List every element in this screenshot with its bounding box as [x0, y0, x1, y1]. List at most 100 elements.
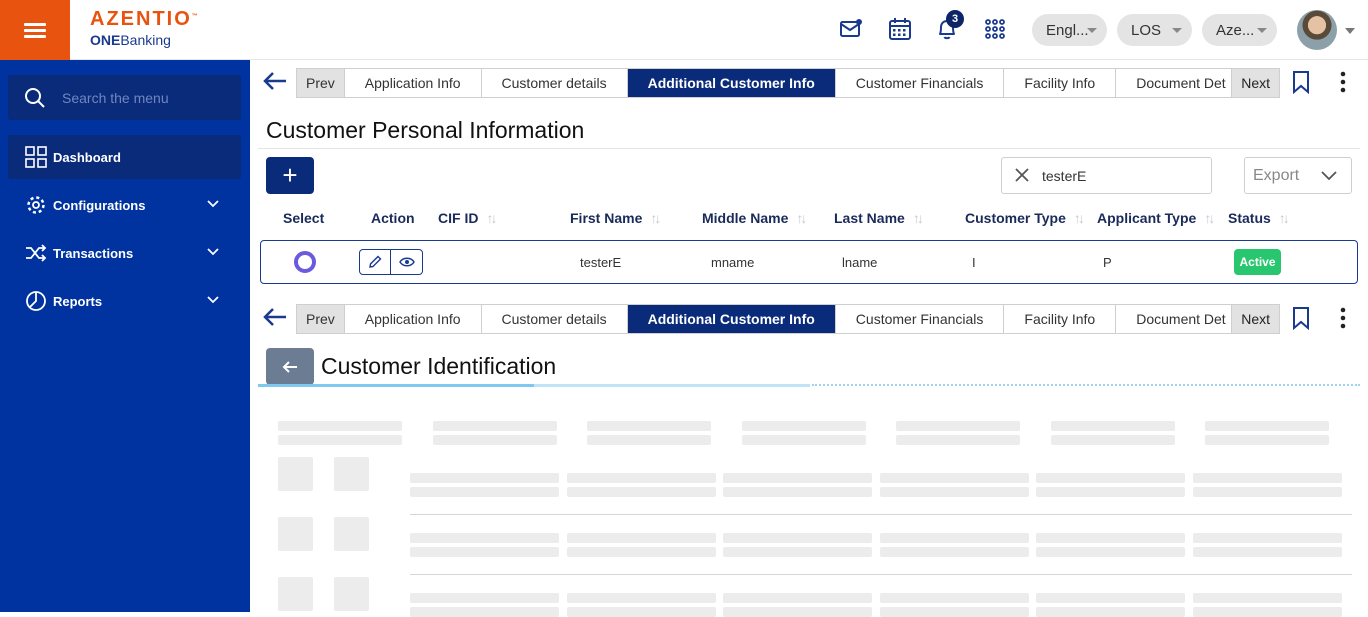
- edit-button[interactable]: [360, 250, 391, 274]
- skeleton-placeholder: [278, 577, 313, 611]
- skeleton-placeholder: [278, 421, 402, 431]
- user-avatar[interactable]: [1297, 10, 1337, 50]
- cell-first-name: testerE: [580, 255, 622, 270]
- row-select-radio[interactable]: [294, 251, 316, 273]
- dashboard-icon: [24, 145, 48, 169]
- tab-customer-financials[interactable]: Customer Financials: [836, 305, 1005, 333]
- back-arrow-icon[interactable]: [262, 70, 288, 92]
- app-logo[interactable]: AZENTIO™ ONEBanking: [90, 8, 200, 48]
- identification-title: Customer Identification: [321, 353, 557, 379]
- tab-facility-info[interactable]: Facility Info: [1004, 305, 1117, 333]
- cell-middle-name: mname: [711, 255, 755, 270]
- skeleton-placeholder: [879, 607, 1029, 617]
- column-header-action: Action: [371, 210, 415, 226]
- tab-application-info[interactable]: Application Info: [345, 69, 482, 97]
- skeleton-placeholder: [566, 533, 716, 543]
- entity-select[interactable]: Aze...: [1202, 14, 1277, 46]
- tab-customer-financials[interactable]: Customer Financials: [836, 69, 1005, 97]
- skeleton-placeholder: [410, 487, 559, 497]
- view-button[interactable]: [391, 250, 422, 274]
- sort-icon: ↑↓: [912, 210, 924, 226]
- identification-back-button[interactable]: [266, 348, 314, 385]
- table-row[interactable]: [260, 240, 1358, 284]
- chevron-down-icon: [1087, 28, 1097, 33]
- tab-additional-customer-info[interactable]: Additional Customer Info: [627, 305, 836, 333]
- skeleton-placeholder: [723, 607, 872, 617]
- loading-progress-dots: [812, 384, 1360, 386]
- sidebar-item-label: Configurations: [53, 197, 146, 213]
- gear-icon: [24, 193, 48, 217]
- tab-additional-customer-info[interactable]: Additional Customer Info: [627, 69, 836, 97]
- row-actions: [359, 249, 423, 275]
- skeleton-placeholder: [1036, 607, 1185, 617]
- loading-progress-bar: [258, 384, 534, 387]
- column-header-middle-name[interactable]: Middle Name ↑↓: [702, 210, 807, 226]
- divider: [258, 148, 1360, 149]
- module-select[interactable]: LOS: [1117, 14, 1192, 46]
- chevron-down-icon: [1321, 171, 1337, 181]
- bookmark-icon[interactable]: [1291, 306, 1311, 330]
- skeleton-placeholder: [1036, 487, 1185, 497]
- column-header-customer-type[interactable]: Customer Type ↑↓: [965, 210, 1085, 226]
- export-dropdown[interactable]: Export: [1244, 157, 1352, 194]
- next-tab-button[interactable]: Next: [1231, 69, 1279, 97]
- column-header-cif-id[interactable]: CIF ID ↑↓: [438, 210, 497, 226]
- next-tab-button[interactable]: Next: [1231, 305, 1279, 333]
- hamburger-icon: [24, 20, 46, 41]
- pencil-icon: [369, 255, 382, 268]
- sidebar-item-transactions[interactable]: Transactions: [8, 231, 241, 275]
- chevron-down-icon: [207, 248, 219, 256]
- skeleton-placeholder: [1205, 435, 1329, 445]
- menu-toggle-button[interactable]: [0, 0, 70, 60]
- skeleton-placeholder: [410, 607, 559, 617]
- sidebar-item-label: Transactions: [53, 245, 134, 261]
- sidebar-item-reports[interactable]: Reports: [8, 279, 241, 323]
- chevron-down-icon: [207, 296, 219, 304]
- skeleton-placeholder: [723, 473, 872, 483]
- stage-tabbar: Prev Application Info Customer details A…: [250, 60, 1368, 102]
- module-value: LOS: [1131, 21, 1162, 39]
- prev-tab-button[interactable]: Prev: [297, 69, 345, 97]
- sidebar-item-configurations[interactable]: Configurations: [8, 183, 241, 227]
- skeleton-placeholder: [723, 593, 872, 603]
- more-options-icon[interactable]: [1336, 70, 1350, 94]
- more-options-icon[interactable]: [1336, 306, 1350, 330]
- tab-document-details[interactable]: Document Det: [1116, 69, 1247, 97]
- menu-search-input[interactable]: [62, 87, 232, 109]
- tab-facility-info[interactable]: Facility Info: [1004, 69, 1117, 97]
- tab-customer-details[interactable]: Customer details: [482, 69, 628, 97]
- pie-chart-icon: [24, 289, 48, 313]
- back-arrow-icon[interactable]: [262, 306, 288, 328]
- language-select[interactable]: Engl...: [1032, 14, 1107, 46]
- bookmark-icon[interactable]: [1291, 70, 1311, 94]
- tab-application-info[interactable]: Application Info: [345, 305, 482, 333]
- add-customer-button[interactable]: +: [266, 157, 314, 194]
- column-header-first-name[interactable]: First Name ↑↓: [570, 210, 661, 226]
- skeleton-placeholder: [879, 533, 1029, 543]
- skeleton-placeholder: [410, 574, 1352, 575]
- export-label: Export: [1253, 166, 1300, 184]
- sidebar-item-dashboard[interactable]: Dashboard: [8, 135, 241, 179]
- column-header-last-name[interactable]: Last Name ↑↓: [834, 210, 924, 226]
- calendar-icon[interactable]: [887, 16, 913, 42]
- skeleton-placeholder: [410, 547, 559, 557]
- filter-input[interactable]: [1042, 166, 1202, 186]
- skeleton-placeholder: [1192, 593, 1342, 603]
- logo-sub-bold: ONE: [90, 32, 121, 48]
- column-header-status[interactable]: Status ↑↓: [1228, 210, 1290, 226]
- tab-document-details[interactable]: Document Det: [1116, 305, 1247, 333]
- skeleton-placeholder: [1192, 533, 1342, 543]
- skeleton-placeholder: [1036, 593, 1185, 603]
- logo-tm: ™: [191, 13, 200, 20]
- profile-caret-icon[interactable]: [1345, 28, 1355, 34]
- column-header-select: Select: [283, 210, 325, 226]
- column-header-applicant-type[interactable]: Applicant Type ↑↓: [1097, 210, 1215, 226]
- tab-customer-details[interactable]: Customer details: [482, 305, 628, 333]
- apps-grid-icon[interactable]: [982, 16, 1008, 42]
- mail-icon[interactable]: [838, 16, 864, 42]
- clear-icon[interactable]: [1014, 167, 1030, 183]
- skeleton-placeholder: [723, 487, 872, 497]
- skeleton-placeholder: [1192, 487, 1342, 497]
- prev-tab-button[interactable]: Prev: [297, 305, 345, 333]
- stage-tabs: Prev Application Info Customer details A…: [296, 68, 1280, 98]
